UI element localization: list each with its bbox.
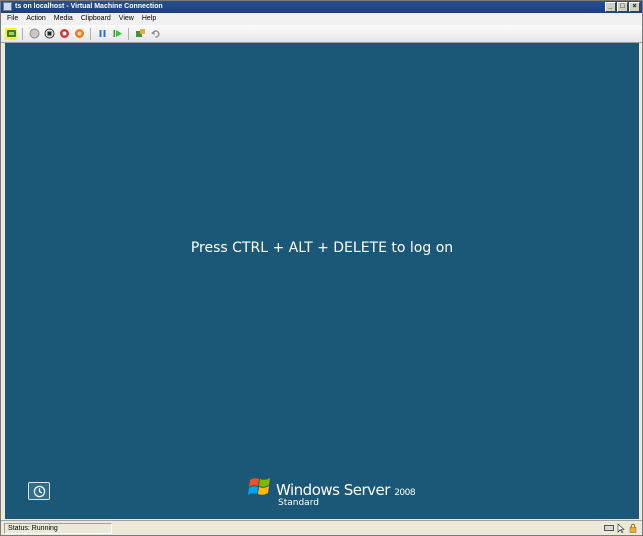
ctrl-alt-del-icon	[6, 30, 16, 37]
menu-bar: File Action Media Clipboard View Help	[1, 13, 642, 25]
pause-icon	[99, 30, 105, 37]
snapshot-button[interactable]	[134, 28, 146, 40]
turn-off-button[interactable]	[43, 28, 55, 40]
keyboard-icon	[604, 523, 614, 533]
product-edition: Standard	[278, 498, 319, 508]
revert-button[interactable]	[149, 28, 161, 40]
save-state-icon	[74, 29, 84, 38]
vm-screen[interactable]: Press CTRL + ALT + DELETE to log on Wind…	[5, 43, 639, 519]
menu-media[interactable]: Media	[54, 13, 73, 25]
vm-connection-icon	[3, 2, 12, 11]
windows-server-logo: Windows Server 2008 Standard	[248, 473, 418, 509]
status-text: Status: Running	[4, 523, 112, 534]
pause-button[interactable]	[96, 28, 108, 40]
vm-connection-window: ts on localhost - Virtual Machine Connec…	[0, 0, 643, 536]
turn-off-icon	[44, 28, 54, 39]
lock-icon	[628, 523, 638, 533]
resume-icon	[113, 30, 122, 37]
minimize-button[interactable]: _	[605, 2, 616, 12]
product-title: Windows Server	[276, 481, 390, 499]
menu-action[interactable]: Action	[26, 13, 45, 25]
toolbar	[1, 25, 642, 43]
save-state-button[interactable]	[73, 28, 85, 40]
product-name: Windows Server 2008	[276, 481, 416, 499]
toolbar-separator	[90, 27, 91, 40]
toolbar-separator	[128, 27, 129, 40]
shut-down-button[interactable]	[58, 28, 70, 40]
status-icons	[604, 523, 638, 533]
menu-help[interactable]: Help	[142, 13, 156, 25]
toolbar-separator	[22, 27, 23, 40]
window-title: ts on localhost - Virtual Machine Connec…	[15, 3, 163, 10]
status-bar: Status: Running	[1, 520, 642, 535]
revert-icon	[150, 30, 159, 38]
resume-button[interactable]	[111, 28, 123, 40]
start-button[interactable]	[28, 28, 40, 40]
menu-file[interactable]: File	[7, 13, 18, 25]
ctrl-alt-del-button[interactable]	[5, 27, 17, 40]
maximize-button[interactable]: □	[617, 2, 628, 12]
windows-flag-icon	[248, 478, 270, 495]
window-controls: _ □ ×	[605, 2, 640, 12]
logon-prompt: Press CTRL + ALT + DELETE to log on	[190, 240, 454, 256]
title-bar[interactable]: ts on localhost - Virtual Machine Connec…	[1, 1, 642, 13]
mouse-capture-icon	[616, 523, 626, 533]
shut-down-icon	[59, 29, 69, 38]
ease-of-access-button[interactable]	[28, 482, 50, 500]
product-version: 2008	[394, 488, 416, 498]
snapshot-icon	[135, 29, 145, 37]
ease-of-access-icon	[33, 485, 45, 497]
start-icon	[29, 28, 39, 39]
menu-clipboard[interactable]: Clipboard	[81, 13, 111, 25]
close-button[interactable]: ×	[629, 2, 640, 12]
menu-view[interactable]: View	[119, 13, 134, 25]
